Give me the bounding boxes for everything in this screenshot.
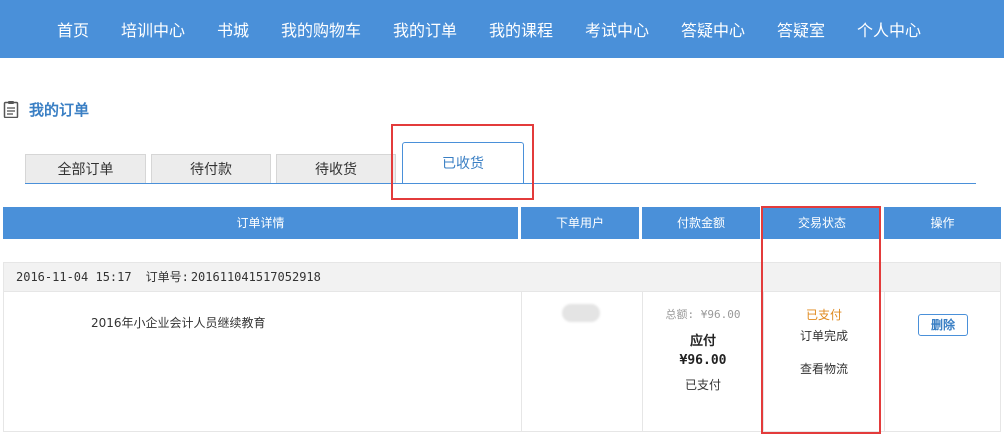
payment-due-amount: ¥96.00 xyxy=(679,353,727,368)
status-order-complete: 订单完成 xyxy=(799,329,848,343)
tab-pending-payment[interactable]: 待付款 xyxy=(151,154,271,184)
payment-cell: 总额: ¥96.00 应付 ¥96.00 已支付 xyxy=(642,292,763,431)
nav-shopping-cart[interactable]: 我的购物车 xyxy=(281,0,361,58)
status-paid: 已支付 xyxy=(805,308,842,322)
trade-status-cell: 已支付 订单完成 查看物流 xyxy=(763,292,884,431)
nav-home[interactable]: 首页 xyxy=(57,0,89,58)
order-number-label: 订单号: xyxy=(145,270,189,284)
tab-all-orders[interactable]: 全部订单 xyxy=(25,154,146,184)
tab-received[interactable]: 已收货 xyxy=(402,142,524,184)
nav-my-courses[interactable]: 我的课程 xyxy=(489,0,553,58)
tab-pending-receipt[interactable]: 待收货 xyxy=(276,154,396,184)
nav-training-center[interactable]: 培训中心 xyxy=(121,0,185,58)
page-heading: 我的订单 xyxy=(3,98,89,120)
nav-qa-room[interactable]: 答疑室 xyxy=(777,0,825,58)
product-name[interactable]: 2016年小企业会计人员继续教育 xyxy=(91,314,266,331)
order-details-cell: 2016年小企业会计人员继续教育 xyxy=(4,292,521,431)
tabs-divider xyxy=(25,183,976,184)
payment-status: 已支付 xyxy=(684,378,721,392)
order-number: 201611041517052918 xyxy=(190,270,321,284)
order-info-bar: 2016-11-04 15:17 订单号: 201611041517052918 xyxy=(3,262,1001,292)
order-datetime: 2016-11-04 15:17 xyxy=(16,270,132,284)
header-trade-status: 交易状态 xyxy=(763,207,881,239)
page-title: 我的订单 xyxy=(29,100,90,119)
nav-bookstore[interactable]: 书城 xyxy=(217,0,249,58)
payment-due-label: 应付 xyxy=(689,334,716,349)
user-name-blurred xyxy=(562,304,600,322)
order-user-cell xyxy=(521,292,642,431)
nav-qa-center[interactable]: 答疑中心 xyxy=(681,0,745,58)
top-navigation: 首页 培训中心 书城 我的购物车 我的订单 我的课程 考试中心 答疑中心 答疑室… xyxy=(0,0,1004,58)
view-logistics-link[interactable]: 查看物流 xyxy=(764,360,884,377)
header-order-details: 订单详情 xyxy=(3,207,518,239)
nav-exam-center[interactable]: 考试中心 xyxy=(585,0,649,58)
delete-button[interactable]: 删除 xyxy=(918,314,968,336)
nav-personal-center[interactable]: 个人中心 xyxy=(857,0,921,58)
nav-my-orders[interactable]: 我的订单 xyxy=(393,0,457,58)
header-actions: 操作 xyxy=(884,207,1001,239)
actions-cell: 删除 xyxy=(884,292,1001,431)
orders-table-header: 订单详情 下单用户 付款金额 交易状态 操作 xyxy=(3,207,1001,239)
clipboard-icon xyxy=(3,100,19,119)
header-payment-amount: 付款金额 xyxy=(642,207,760,239)
payment-total: 总额: ¥96.00 xyxy=(665,308,741,321)
order-row: 2016年小企业会计人员继续教育 总额: ¥96.00 应付 ¥96.00 已支… xyxy=(3,292,1001,432)
header-order-user: 下单用户 xyxy=(521,207,639,239)
